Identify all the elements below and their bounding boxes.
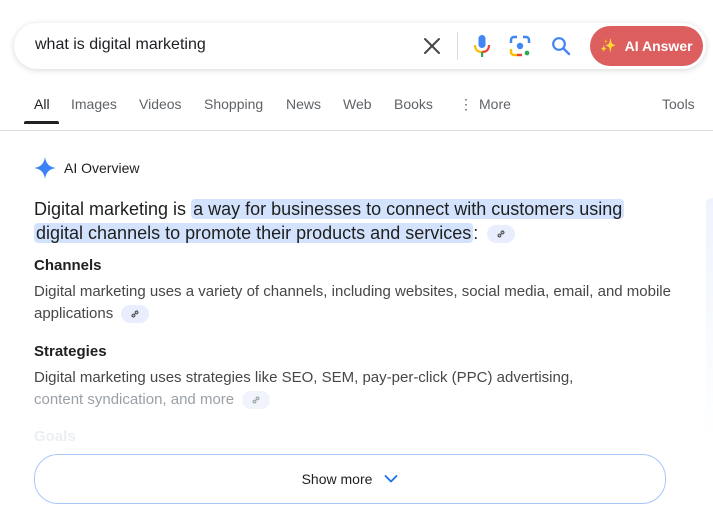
section-title-goals: Goals [34,428,76,445]
tab-videos[interactable]: Videos [139,96,182,112]
camera-lens-icon [509,35,531,57]
search-divider [457,32,458,60]
voice-search-button[interactable] [470,34,494,58]
strategies-text-line2-label: content syndication, and more [34,391,235,408]
tab-images[interactable]: Images [71,96,117,112]
summary-prefix: Digital marketing is [34,199,192,219]
strategies-text-line2: content syndication, and more [34,389,674,411]
citation-link-button[interactable] [121,305,150,324]
ai-answer-button[interactable]: ✨ AI Answer [590,26,703,66]
ai-overview-summary: Digital marketing is a way for businesse… [34,197,674,245]
strategies-text-line1: Digital marketing uses strategies like S… [34,369,574,386]
ai-overview-title: AI Overview [64,160,140,176]
side-panel-edge [706,198,713,438]
section-title-channels: Channels [34,257,102,274]
summary-suffix: : [473,223,479,243]
tab-web[interactable]: Web [343,96,372,112]
search-button[interactable] [549,34,573,58]
citation-link-button[interactable] [487,225,516,244]
link-icon [252,396,260,404]
active-tab-indicator [24,121,59,124]
gemini-sparkle-icon [34,157,56,179]
tab-all[interactable]: All [34,96,50,112]
sparkle-icon: ✨ [600,38,617,53]
ai-answer-label: AI Answer [624,38,693,54]
lens-search-button[interactable] [508,34,532,58]
ai-overview-header: AI Overview [34,157,139,179]
tabs-divider [0,130,713,131]
tools-button[interactable]: Tools [662,96,695,112]
search-input[interactable]: what is digital marketing [35,36,206,54]
search-icon [552,37,571,56]
search-bar: what is digital marketing ✨ AI Answer [14,23,706,69]
show-more-label: Show more [301,471,373,487]
tab-more-label: More [479,96,511,112]
microphone-icon [473,35,491,57]
search-tabs: All Images Videos Shopping News Web Book… [0,92,713,130]
section-title-strategies: Strategies [34,343,107,360]
tab-more[interactable]: ⋮ More [459,96,511,113]
more-vert-icon: ⋮ [459,96,473,112]
chevron-down-icon [385,475,398,483]
clear-button[interactable] [421,35,443,57]
tab-shopping[interactable]: Shopping [204,96,263,112]
section-body-channels: Digital marketing uses a variety of chan… [34,281,674,325]
tab-news[interactable]: News [286,96,321,112]
close-icon [424,38,440,54]
show-more-button[interactable]: Show more [34,454,666,504]
tab-books[interactable]: Books [394,96,433,112]
section-body-strategies: Digital marketing uses strategies like S… [34,367,674,411]
citation-link-button[interactable] [242,391,271,410]
link-icon [131,310,139,318]
link-icon [497,230,505,238]
